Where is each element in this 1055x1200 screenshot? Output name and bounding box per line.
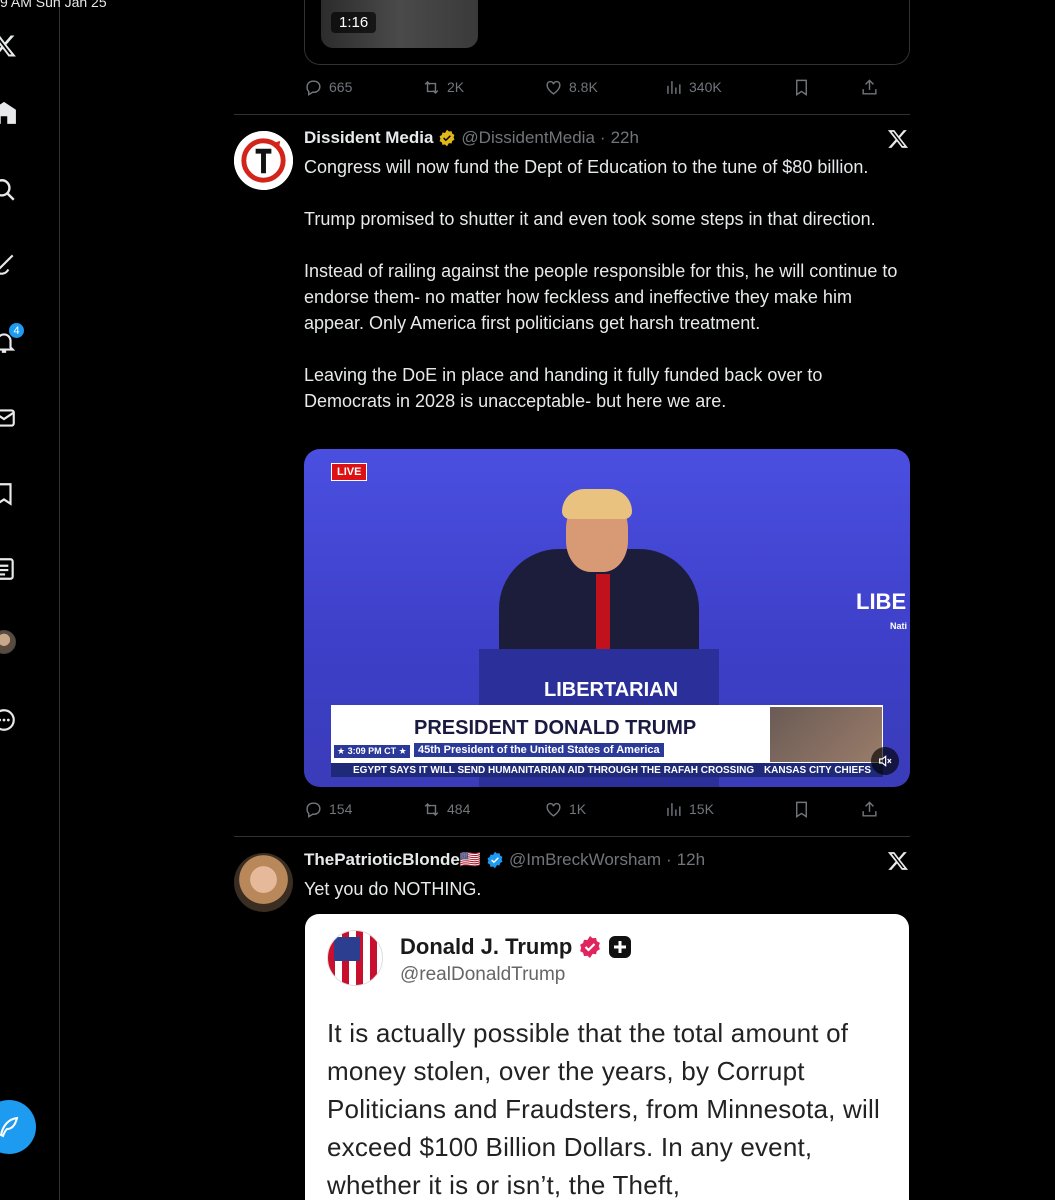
verified-gold-icon — [439, 129, 455, 147]
trump-avatar — [327, 930, 383, 986]
plus-badge-icon — [609, 936, 632, 958]
home-icon[interactable] — [0, 99, 18, 127]
ticker-left: EGYPT SAYS IT WILL SEND HUMANITARIAN AID… — [353, 764, 755, 776]
share-icon — [862, 78, 877, 95]
compose-button[interactable] — [0, 1100, 36, 1154]
repost-button[interactable]: 484 — [422, 800, 544, 819]
x-logo-icon — [887, 128, 909, 150]
post2-header: ThePatrioticBlonde🇺🇸 @ImBreckWorsham · 1… — [304, 850, 705, 870]
author-handle[interactable]: @DissidentMedia — [461, 128, 594, 148]
views-chart-icon — [667, 80, 681, 94]
side-banner-text: LIBE — [856, 589, 907, 614]
messages-icon[interactable] — [0, 404, 18, 432]
bookmarks-icon[interactable] — [0, 480, 18, 508]
speaker-hair — [562, 489, 632, 519]
dissident-media-avatar[interactable] — [234, 131, 293, 190]
post1-text: Congress will now fund the Dept of Educa… — [304, 154, 914, 440]
views-chart-icon — [667, 802, 681, 816]
share-icon — [862, 800, 877, 817]
verified-blue-icon — [487, 851, 503, 869]
search-icon[interactable] — [0, 176, 18, 204]
profile-avatar[interactable] — [0, 630, 16, 654]
live-badge: LIVE — [331, 463, 368, 481]
views-button[interactable]: 15K — [664, 800, 792, 819]
ticker-right: KANSAS CITY CHIEFS — [763, 764, 871, 776]
author-name[interactable]: Dissident Media — [304, 128, 433, 148]
news-ticker: EGYPT SAYS IT WILL SEND HUMANITARIAN AID… — [331, 763, 883, 777]
post1-actions: 154 484 1K 15K — [304, 798, 884, 820]
repost-icon — [424, 80, 439, 94]
grok-icon[interactable] — [0, 250, 18, 278]
truth-verified-icon — [580, 936, 601, 958]
patriotic-blonde-avatar[interactable] — [234, 853, 293, 912]
heart-icon — [546, 80, 561, 95]
embedded-truth-screenshot[interactable]: Donald J. Trump @realDonaldTrump It is a… — [305, 914, 909, 1200]
notification-badge: 4 — [8, 322, 25, 339]
top-post-actions: 665 2K 8.8K 340K — [304, 76, 884, 98]
embed-author: Donald J. Trump — [400, 934, 632, 960]
post1-header: Dissident Media @DissidentMedia · 22h — [304, 128, 639, 148]
muted-speaker-icon — [879, 755, 892, 767]
author-handle[interactable]: @ImBreckWorsham — [509, 850, 661, 870]
speaker-tie — [596, 574, 610, 649]
share-button[interactable] — [860, 800, 879, 819]
post-divider — [234, 836, 910, 837]
podium-label: LIBERTARIAN — [544, 679, 679, 701]
embed-author-handle: @realDonaldTrump — [400, 964, 566, 985]
pip-inset — [770, 707, 882, 762]
post-time[interactable]: 22h — [611, 128, 639, 148]
dissident-media-logo-icon — [234, 131, 293, 190]
post1-paragraph: Congress will now fund the Dept of Educa… — [304, 157, 869, 177]
post1-video[interactable]: LIVE LIBERTARIAN LIBE Nati PRESIDENT DON… — [304, 449, 910, 787]
lists-icon[interactable] — [0, 555, 18, 583]
separator-dot: · — [599, 128, 606, 147]
lower-third-name: PRESIDENT DONALD TRUMP — [414, 717, 697, 739]
status-bar-text: 9 AM Sun Jan 25 — [0, 0, 107, 10]
post1-paragraph: Trump promised to shutter it and even to… — [304, 209, 876, 229]
post-time[interactable]: 12h — [677, 850, 705, 870]
bookmark-button[interactable] — [792, 78, 860, 97]
top-post-video[interactable]: 1:16 — [321, 0, 478, 48]
post1-paragraph: Instead of railing against the people re… — [304, 261, 898, 333]
author-name[interactable]: ThePatrioticBlonde🇺🇸 — [304, 850, 481, 870]
x-logo-icon[interactable] — [0, 32, 18, 60]
heart-icon — [546, 802, 561, 817]
bookmark-icon — [796, 801, 807, 818]
x-logo-icon — [887, 850, 909, 872]
share-button[interactable] — [860, 78, 879, 97]
mute-button[interactable] — [871, 747, 899, 775]
repost-button[interactable]: 2K — [422, 78, 544, 97]
post2-text: Yet you do NOTHING. — [304, 879, 482, 899]
reply-button[interactable]: 665 — [304, 78, 422, 97]
views-button[interactable]: 340K — [664, 78, 792, 97]
embed-author-name: Donald J. Trump — [400, 934, 573, 959]
embed-text: It is actually possible that the total a… — [327, 1018, 880, 1200]
reply-icon — [306, 801, 321, 818]
bookmark-icon — [796, 79, 807, 96]
reply-button[interactable]: 154 — [304, 800, 422, 819]
lower-third-time: ★ 3:09 PM CT ★ — [334, 745, 410, 758]
repost-icon — [424, 802, 439, 816]
side-banner-small: Nati — [890, 621, 908, 631]
video-duration: 1:16 — [331, 12, 377, 33]
separator-dot: · — [666, 850, 672, 869]
more-icon[interactable] — [0, 706, 18, 734]
like-button[interactable]: 8.8K — [544, 78, 664, 97]
lower-third-subtitle: 45th President of the United States of A… — [414, 743, 664, 757]
reply-icon — [306, 79, 321, 96]
bookmark-button[interactable] — [792, 800, 860, 819]
like-button[interactable]: 1K — [544, 800, 664, 819]
sidebar-nav: 9 AM Sun Jan 25 4 — [0, 0, 107, 1200]
post1-paragraph: Leaving the DoE in place and handing it … — [304, 365, 823, 411]
post-divider — [234, 114, 910, 115]
compose-feather-icon — [0, 1116, 19, 1138]
